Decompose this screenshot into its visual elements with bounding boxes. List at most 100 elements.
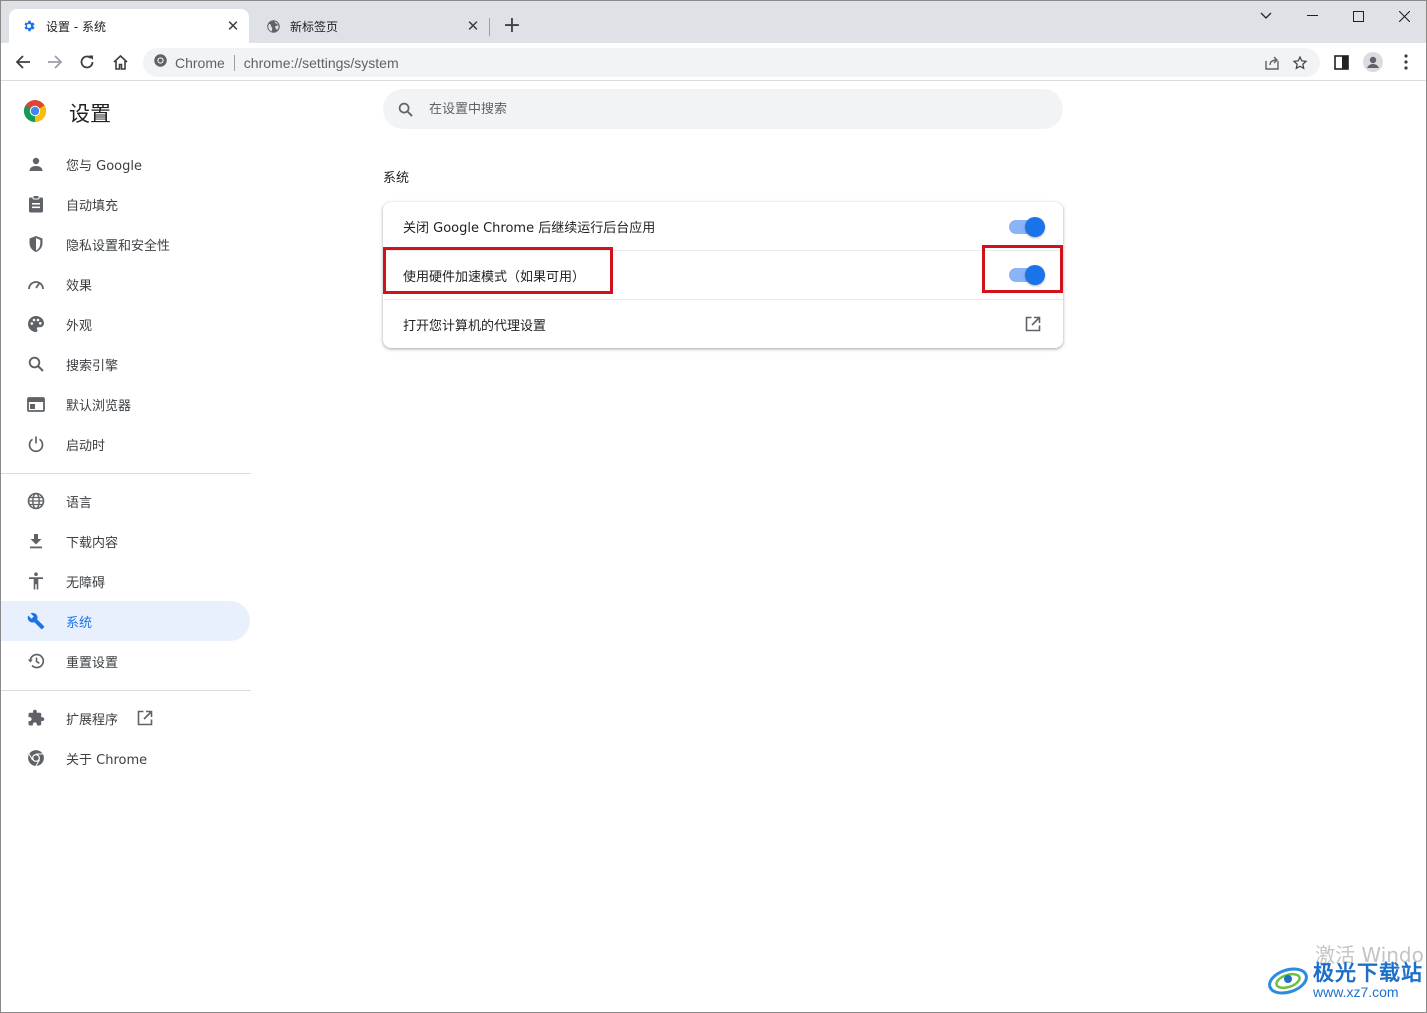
page-title: 设置 <box>69 102 111 126</box>
section-title: 系统 <box>383 171 410 186</box>
setting-row-proxy-settings[interactable]: 打开您计算机的代理设置 <box>383 299 1063 348</box>
shield-icon <box>26 234 46 254</box>
chrome-icon <box>26 748 46 768</box>
sidebar-item-languages[interactable]: 语言 <box>1 481 250 521</box>
setting-label: 打开您计算机的代理设置 <box>403 318 547 334</box>
more-menu-icon[interactable] <box>1392 48 1420 76</box>
sidebar-item-reset-settings[interactable]: 重置设置 <box>1 641 250 681</box>
sidebar-item-label: 隐私设置和安全性 <box>66 238 171 254</box>
sidebar-item-system[interactable]: 系统 <box>1 601 250 641</box>
sidebar-item-label: 搜索引擎 <box>66 358 119 374</box>
back-arrow-icon[interactable] <box>9 48 37 76</box>
sidebar-item-label: 效果 <box>66 278 93 294</box>
sidebar-divider <box>1 473 251 474</box>
sidebar-item-extensions[interactable]: 扩展程序 <box>1 698 250 738</box>
address-bar[interactable]: Chrome chrome://settings/system <box>143 48 1320 77</box>
search-icon <box>396 100 414 118</box>
history-icon <box>26 651 46 671</box>
sidebar-item-appearance[interactable]: 外观 <box>1 304 250 344</box>
home-icon[interactable] <box>106 48 134 76</box>
maximize-button[interactable] <box>1335 5 1381 27</box>
search-input[interactable] <box>429 101 1029 117</box>
share-icon[interactable] <box>1260 51 1284 75</box>
highlight-box-toggle <box>982 245 1063 293</box>
profile-avatar-icon[interactable] <box>1359 48 1387 76</box>
sidebar-item-autofill[interactable]: 自动填充 <box>1 184 250 224</box>
sidebar-item-performance[interactable]: 效果 <box>1 264 250 304</box>
sidebar-item-label: 下载内容 <box>66 535 119 551</box>
settings-search-box[interactable] <box>383 89 1063 129</box>
site-watermark-name: 极光下载站 <box>1313 961 1423 985</box>
chrome-icon <box>153 53 168 72</box>
external-link-icon <box>137 710 153 726</box>
close-tab-icon[interactable]: ✕ <box>463 16 483 36</box>
highlight-box-label <box>383 247 613 294</box>
puzzle-icon <box>26 708 46 728</box>
sidebar-item-on-startup[interactable]: 启动时 <box>1 424 250 464</box>
toggle-knob <box>1025 216 1045 237</box>
tab-search-chevron-icon[interactable] <box>1243 5 1289 27</box>
new-tab-button[interactable]: + <box>501 15 523 38</box>
close-window-button[interactable] <box>1381 5 1426 27</box>
tab-settings-system[interactable]: 设置 - 系统 ✕ <box>9 9 249 43</box>
palette-icon <box>26 314 46 334</box>
sidebar-item-label: 默认浏览器 <box>66 398 132 414</box>
toolbar: Chrome chrome://settings/system <box>1 43 1426 81</box>
bookmark-star-icon[interactable] <box>1288 51 1312 75</box>
sidebar-item-privacy-security[interactable]: 隐私设置和安全性 <box>1 224 250 264</box>
settings-header: 设置 <box>23 98 111 128</box>
tab-title: 设置 - 系统 <box>46 19 106 34</box>
side-panel-icon[interactable] <box>1327 48 1355 76</box>
tab-strip: 设置 - 系统 ✕ 新标签页 ✕ + <box>1 1 1426 43</box>
power-icon <box>26 434 46 454</box>
sidebar-item-label: 启动时 <box>66 438 106 454</box>
speedometer-icon <box>26 274 46 294</box>
close-tab-icon[interactable]: ✕ <box>223 16 243 36</box>
setting-row-background-apps[interactable]: 关闭 Google Chrome 后继续运行后台应用 <box>383 202 1063 251</box>
background-apps-toggle[interactable] <box>1009 216 1045 237</box>
gear-icon <box>21 18 37 34</box>
sidebar-item-label: 关于 Chrome <box>66 752 148 768</box>
minimize-button[interactable] <box>1289 5 1335 27</box>
download-icon <box>26 531 46 551</box>
site-logo-icon <box>1267 959 1309 1003</box>
sidebar-item-label: 扩展程序 <box>66 712 119 728</box>
forward-arrow-icon[interactable] <box>41 48 69 76</box>
tab-new-tab[interactable]: 新标签页 ✕ <box>253 9 489 43</box>
sidebar-item-label: 自动填充 <box>66 198 119 214</box>
clipboard-icon <box>26 194 46 214</box>
sidebar-item-default-browser[interactable]: 默认浏览器 <box>1 384 250 424</box>
omnibox-divider <box>233 54 235 71</box>
search-icon <box>26 354 46 374</box>
site-watermark: 极光下载站 www.xz7.com <box>1267 959 1423 1003</box>
sidebar-item-label: 您与 Google <box>66 158 142 174</box>
site-watermark-url: www.xz7.com <box>1313 984 1399 1000</box>
sidebar-item-accessibility[interactable]: 无障碍 <box>1 561 250 601</box>
wrench-icon <box>26 611 46 631</box>
globe-icon <box>265 18 281 34</box>
accessibility-icon <box>26 571 46 591</box>
tab-title: 新标签页 <box>290 19 339 34</box>
person-icon <box>26 154 46 174</box>
sidebar-item-downloads[interactable]: 下载内容 <box>1 521 250 561</box>
sidebar-item-you-and-google[interactable]: 您与 Google <box>1 144 250 184</box>
sidebar-divider <box>1 690 251 691</box>
url-text[interactable]: chrome://settings/system <box>244 55 399 71</box>
sidebar-item-search-engine[interactable]: 搜索引擎 <box>1 344 250 384</box>
browser-window: 设置 - 系统 ✕ 新标签页 ✕ + Chrome chrome://setti… <box>0 0 1427 1013</box>
setting-label: 关闭 Google Chrome 后继续运行后台应用 <box>403 221 656 236</box>
sidebar-item-label: 语言 <box>66 495 93 511</box>
sidebar-item-label: 重置设置 <box>66 655 119 671</box>
site-info-chip[interactable]: Chrome <box>153 53 225 72</box>
sidebar-item-label: 无障碍 <box>66 575 106 591</box>
sidebar-item-about-chrome[interactable]: 关于 Chrome <box>1 738 250 778</box>
chrome-logo-icon <box>23 99 47 127</box>
sidebar-item-label: 外观 <box>66 318 93 334</box>
tab-separator <box>489 18 490 36</box>
external-link-icon[interactable] <box>1021 312 1045 336</box>
browser-icon <box>26 394 46 414</box>
reload-icon[interactable] <box>73 48 101 76</box>
site-label: Chrome <box>175 54 225 71</box>
globe-icon <box>26 491 46 511</box>
sidebar-item-label: 系统 <box>66 615 93 631</box>
